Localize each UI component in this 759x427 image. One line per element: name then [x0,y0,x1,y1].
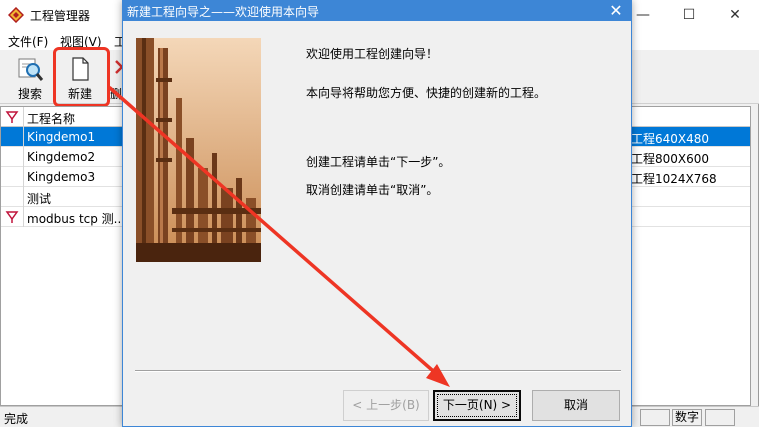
status-pane-numlock: 数字 [672,409,702,426]
previous-button[interactable]: < 上一步(B) [343,390,429,421]
project-name: Kingdemo2 [27,150,96,164]
project-name: 测试 [27,192,52,206]
dialog-divider [135,370,621,372]
menu-file[interactable]: 文件(F) [8,33,48,50]
focus-rect [437,394,517,417]
column-separator [23,147,24,167]
project-name: Kingdemo1 [27,130,96,144]
app-logo-icon [8,7,24,23]
column-header-name[interactable]: 工程名称 [27,110,75,127]
next-hint-text: 创建工程请单击“下一步”。 [306,155,451,169]
filter-flag-icon [5,211,19,223]
filter-flag-icon [5,111,19,123]
refinery-illustration [136,38,261,262]
status-pane-empty [640,409,670,426]
maximize-button[interactable]: ☐ [666,0,712,30]
column-separator [23,107,24,127]
project-name: modbus tcp 测... [27,212,126,226]
new-project-wizard-dialog: 新建工程向导之——欢迎使用本向导 ✕ 欢迎使用工程创建向导！ 本向导将帮助您方便… [122,0,632,427]
intro-text: 本向导将帮助您方便、快捷的创建新的工程。 [306,86,547,100]
dialog-close-button[interactable]: ✕ [601,1,631,21]
project-name: Kingdemo3 [27,170,96,184]
search-button[interactable]: 搜索 [6,52,54,102]
project-desc: 工程800X600 [631,152,710,166]
search-button-label: 搜索 [17,87,42,101]
search-icon [18,58,44,81]
dialog-titlebar: 新建工程向导之——欢迎使用本向导 ✕ [123,1,631,21]
cancel-hint-text: 取消创建请单击“取消”。 [306,183,439,197]
project-desc: 工程640X480 [631,132,710,146]
status-text: 完成 [4,412,29,426]
next-button[interactable]: 下一页(N) > [433,390,521,421]
column-separator [23,207,24,227]
dialog-title: 新建工程向导之——欢迎使用本向导 [127,5,320,19]
welcome-text: 欢迎使用工程创建向导！ [306,47,439,61]
close-button[interactable]: ✕ [712,0,758,30]
status-pane-empty [705,409,735,426]
annotation-highlight-box [53,47,110,107]
project-desc: 工程1024X768 [631,172,717,186]
main-window-title: 工程管理器 [30,9,91,23]
column-separator [23,167,24,187]
column-separator [23,187,24,207]
column-separator [23,127,24,147]
cancel-button[interactable]: 取消 [532,390,620,421]
